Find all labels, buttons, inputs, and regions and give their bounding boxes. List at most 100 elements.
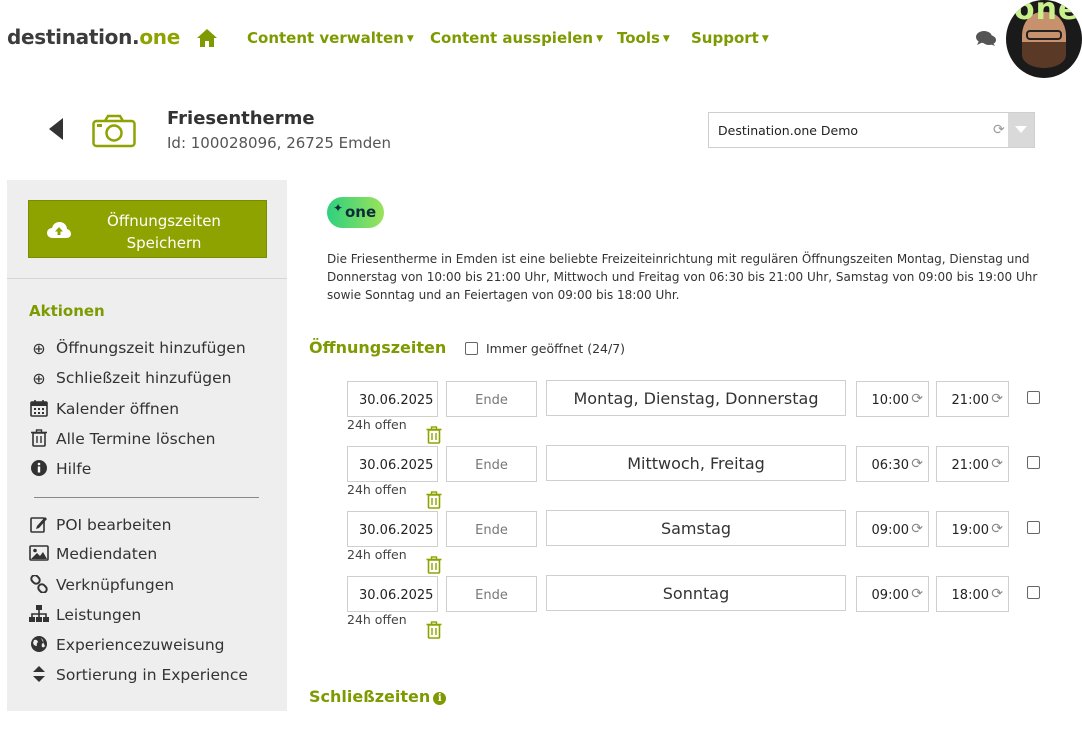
sync-icon[interactable]: ⟳ — [991, 456, 1003, 472]
weekdays-select[interactable]: Montag, Dienstag, Donnerstag — [546, 380, 846, 416]
closing-times-title: Schließzeiten i — [309, 687, 447, 706]
trash-icon[interactable] — [426, 621, 442, 639]
sync-icon[interactable]: ⟳ — [911, 391, 923, 407]
sidebar-item-help[interactable]: Hilfe — [29, 459, 91, 481]
avatar-badge: one — [1014, 0, 1080, 27]
nav-tools[interactable]: Tools ▼ — [617, 29, 670, 47]
sidebar-item-edit-poi[interactable]: POI bearbeiten — [29, 515, 171, 537]
time-to-input[interactable]: 21:00 ⟳ — [936, 381, 1009, 417]
sidebar-item-open-calendar[interactable]: Kalender öffnen — [29, 399, 179, 421]
weekdays-select[interactable]: Samstag — [546, 510, 846, 546]
link-icon — [30, 575, 48, 593]
sync-icon[interactable]: ⟳ — [991, 521, 1003, 537]
time-to-input[interactable]: 21:00 ⟳ — [936, 446, 1009, 482]
start-date-input[interactable]: 30.06.2025 — [347, 446, 438, 482]
row-checkbox[interactable] — [1027, 586, 1040, 599]
home-icon[interactable] — [196, 28, 218, 48]
avatar[interactable]: one — [1006, 0, 1082, 78]
time-from-input[interactable]: 09:00 ⟳ — [856, 511, 929, 547]
time-from-input[interactable]: 06:30 ⟳ — [856, 446, 929, 482]
caret-down-icon: ▼ — [662, 34, 670, 44]
sidebar-item-delete-all[interactable]: Alle Termine löschen — [29, 429, 215, 451]
sync-icon[interactable]: ⟳ — [911, 456, 923, 472]
nav-support[interactable]: Support ▼ — [691, 29, 769, 47]
caret-down-icon: ▼ — [761, 34, 769, 44]
trash-icon[interactable] — [426, 491, 442, 509]
always-open-checkbox[interactable] — [465, 342, 478, 355]
weekdays-select[interactable]: Mittwoch, Freitag — [546, 445, 846, 481]
end-date-input[interactable]: Ende — [446, 576, 537, 612]
image-icon — [29, 545, 49, 561]
trash-icon[interactable] — [426, 426, 442, 444]
sync-icon[interactable]: ⟳ — [991, 391, 1003, 407]
sidebar-item-links[interactable]: Verknüpfungen — [29, 575, 174, 597]
nav-content-ausspielen[interactable]: Content ausspielen ▼ — [430, 29, 603, 47]
calendar-icon — [30, 400, 48, 417]
sync-icon[interactable]: ⟳ — [991, 586, 1003, 602]
sidebar: Öffnungszeiten Speichern Aktionen ⊕ Öffnu… — [7, 180, 287, 711]
sidebar-item-sort-experience[interactable]: Sortierung in Experience — [29, 665, 248, 687]
time-to-input[interactable]: 19:00 ⟳ — [936, 511, 1009, 547]
back-icon[interactable] — [48, 117, 64, 141]
sort-icon — [33, 666, 45, 682]
chevron-down-icon[interactable] — [1008, 113, 1034, 147]
open-24h-label: 24h offen — [347, 547, 407, 562]
row-checkbox[interactable] — [1027, 521, 1040, 534]
time-from-input[interactable]: 10:00 ⟳ — [856, 381, 929, 417]
logo[interactable]: destination.one — [7, 25, 180, 49]
experience-select[interactable]: Destination.one Demo ⟳ — [708, 112, 1035, 148]
info-icon[interactable]: i — [433, 692, 447, 705]
opening-hours-title: Öffnungszeiten — [309, 338, 447, 357]
save-button-label: Öffnungszeiten Speichern — [107, 212, 221, 252]
row-checkbox[interactable] — [1027, 456, 1040, 469]
end-date-input[interactable]: Ende — [446, 446, 537, 482]
info-circle-icon — [31, 460, 47, 476]
sparkle-icon: ✦ — [333, 201, 344, 215]
edit-icon — [30, 517, 47, 533]
nav-content-verwalten[interactable]: Content verwalten ▼ — [247, 29, 414, 47]
sync-icon[interactable]: ⟳ — [993, 122, 1005, 138]
actions-heading: Aktionen — [29, 302, 105, 320]
ai-description: Die Friesentherme in Emden ist eine beli… — [327, 252, 1038, 302]
sidebar-item-add-closing-time[interactable]: ⊕ Schließzeit hinzufügen — [29, 369, 231, 391]
start-date-input[interactable]: 30.06.2025 — [347, 511, 438, 547]
divider — [7, 278, 287, 279]
sidebar-item-add-opening-time[interactable]: ⊕ Öffnungszeit hinzufügen — [29, 339, 245, 361]
experience-select-value: Destination.one Demo — [718, 123, 859, 138]
always-open-toggle[interactable]: Immer geöffnet (24/7) — [465, 341, 625, 356]
plus-circle-icon: ⊕ — [32, 339, 46, 358]
avatar-beard — [1022, 42, 1066, 68]
save-opening-hours-button[interactable]: Öffnungszeiten Speichern — [28, 200, 267, 258]
divider — [34, 497, 259, 498]
plus-circle-icon: ⊕ — [32, 369, 46, 388]
end-date-input[interactable]: Ende — [446, 511, 537, 547]
sync-icon[interactable]: ⟳ — [911, 521, 923, 537]
start-date-input[interactable]: 30.06.2025 — [347, 576, 438, 612]
avatar-glasses — [1026, 30, 1062, 40]
start-date-input[interactable]: 30.06.2025 — [347, 381, 438, 417]
row-checkbox[interactable] — [1027, 391, 1040, 404]
time-to-input[interactable]: 18:00 ⟳ — [936, 576, 1009, 612]
camera-icon — [92, 114, 136, 148]
sidebar-item-experience-assignment[interactable]: Experiencezuweisung — [29, 635, 224, 657]
ai-badge: ✦ one — [327, 197, 384, 228]
sync-icon[interactable]: ⟳ — [911, 586, 923, 602]
sitemap-icon — [29, 605, 49, 622]
caret-down-icon: ▼ — [596, 34, 604, 44]
sidebar-item-media[interactable]: Mediendaten — [29, 545, 157, 567]
open-24h-label: 24h offen — [347, 417, 407, 432]
chat-icon[interactable] — [976, 30, 996, 47]
globe-icon — [31, 636, 47, 652]
end-date-input[interactable]: Ende — [446, 381, 537, 417]
trash-icon — [31, 429, 47, 447]
sidebar-item-services[interactable]: Leistungen — [29, 605, 141, 627]
trash-icon[interactable] — [426, 556, 442, 574]
cloud-upload-icon — [47, 222, 71, 238]
weekdays-select[interactable]: Sonntag — [546, 575, 846, 611]
poi-title: Friesentherme — [167, 108, 315, 129]
caret-down-icon: ▼ — [406, 34, 414, 44]
poi-id: Id: 100028096, 26725 Emden — [167, 134, 392, 152]
open-24h-label: 24h offen — [347, 482, 407, 497]
time-from-input[interactable]: 09:00 ⟳ — [856, 576, 929, 612]
open-24h-label: 24h offen — [347, 612, 407, 627]
